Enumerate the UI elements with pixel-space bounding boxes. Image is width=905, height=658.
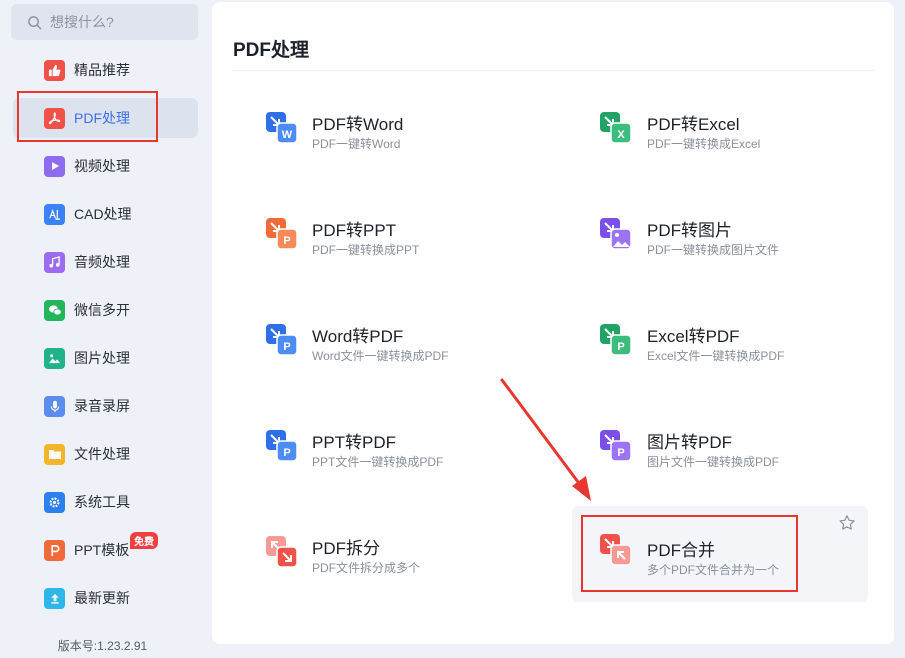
tool-title: 图片转PDF [647, 433, 732, 452]
tool-pdf-merge[interactable]: PDF合并 多个PDF文件合并为一个 [572, 506, 868, 602]
tool-title: PDF拆分 [312, 539, 380, 558]
tool-image-to-pdf[interactable]: P 图片转PDF 图片文件一键转换成PDF [572, 408, 868, 502]
tool-title: Excel转PDF [647, 327, 740, 346]
tool-title: PDF合并 [647, 541, 715, 560]
tool-subtitle: PDF文件拆分成多个 [312, 561, 421, 575]
tool-word-to-pdf[interactable]: P Word转PDF Word文件一键转换成PDF [212, 302, 508, 396]
sidebar-item-label: 视频处理 [74, 158, 130, 174]
sidebar-item-label: PDF处理 [74, 110, 130, 126]
microphone-icon [44, 395, 65, 417]
pdf-icon [44, 107, 65, 129]
svg-text:X: X [617, 129, 625, 141]
free-badge: 免费 [130, 532, 158, 549]
music-note-icon [44, 251, 65, 273]
sidebar-item-label: 微信多开 [74, 302, 130, 318]
tool-subtitle: PDF一键转换成PPT [312, 243, 420, 257]
sidebar-item-audio[interactable]: 音频处理 [13, 242, 198, 282]
sidebar-item-pdf[interactable]: PDF处理 [13, 98, 198, 138]
tool-excel-to-pdf[interactable]: P Excel转PDF Excel文件一键转换成PDF [572, 302, 868, 396]
sidebar-item-video[interactable]: 视频处理 [13, 146, 198, 186]
main-panel: PDF处理 W PDF转Word PDF一键转Word X PDF转Excel … [212, 2, 894, 644]
wechat-icon [44, 299, 65, 321]
pdf-merge-icon [600, 534, 632, 566]
sidebar-item-files[interactable]: 文件处理 [13, 434, 198, 474]
tool-title: PDF转图片 [647, 221, 732, 240]
tool-title: PDF转Excel [647, 115, 740, 134]
pdf-to-ppt-icon: P [266, 218, 298, 250]
sidebar-item-wechat[interactable]: 微信多开 [13, 290, 198, 330]
sidebar-item-label: 录音录屏 [74, 398, 130, 414]
svg-text:P: P [283, 341, 290, 353]
page-title: PDF处理 [233, 40, 310, 61]
sidebar-item-label: 最新更新 [74, 590, 130, 606]
tool-title: Word转PDF [312, 327, 404, 346]
tool-ppt-to-pdf[interactable]: P PPT转PDF PPT文件一键转换成PDF [212, 408, 508, 502]
tool-pdf-split[interactable]: PDF拆分 PDF文件拆分成多个 [212, 514, 508, 608]
pdf-split-icon [266, 536, 298, 568]
video-play-icon [44, 155, 65, 177]
word-to-pdf-icon: P [266, 324, 298, 356]
tool-pdf-to-excel[interactable]: X PDF转Excel PDF一键转换成Excel [572, 90, 868, 184]
tool-pdf-to-image[interactable]: PDF转图片 PDF一键转换成图片文件 [572, 196, 868, 290]
folder-icon [44, 443, 65, 465]
search-input[interactable]: 想搜什么? [50, 12, 114, 32]
tool-subtitle: PPT文件一键转换成PDF [312, 455, 444, 469]
cad-icon [44, 203, 65, 225]
gear-icon [44, 491, 65, 513]
star-icon[interactable] [838, 514, 856, 532]
sidebar-item-image[interactable]: 图片处理 [13, 338, 198, 378]
thumbs-up-icon [44, 59, 65, 81]
pdf-to-image-icon [600, 218, 632, 250]
sidebar-item-featured[interactable]: 精品推荐 [13, 50, 198, 90]
search-icon [28, 15, 42, 29]
excel-to-pdf-icon: P [600, 324, 632, 356]
sidebar: 想搜什么? 精品推荐 PDF处理 视频处理 CAD处理 音频处理 微信多开 图片… [0, 0, 210, 658]
tool-subtitle: 多个PDF文件合并为一个 [647, 563, 780, 577]
tool-subtitle: PDF一键转换成Excel [647, 137, 761, 151]
svg-text:P: P [617, 447, 624, 459]
image-icon [44, 347, 65, 369]
sidebar-item-recorder[interactable]: 录音录屏 [13, 386, 198, 426]
upload-icon [44, 587, 65, 609]
sidebar-item-cad[interactable]: CAD处理 [13, 194, 198, 234]
sidebar-item-label: 图片处理 [74, 350, 130, 366]
search-box[interactable]: 想搜什么? [11, 4, 198, 40]
tool-subtitle: Word文件一键转换成PDF [312, 349, 449, 363]
tool-subtitle: Excel文件一键转换成PDF [647, 349, 785, 363]
svg-text:P: P [283, 447, 290, 459]
sidebar-item-updates[interactable]: 最新更新 [13, 578, 198, 618]
sidebar-item-label: 文件处理 [74, 446, 130, 462]
sidebar-item-label: 系统工具 [74, 494, 130, 510]
sidebar-item-system-tools[interactable]: 系统工具 [13, 482, 198, 522]
sidebar-item-label: CAD处理 [74, 206, 132, 222]
svg-text:P: P [283, 235, 290, 247]
tool-pdf-to-word[interactable]: W PDF转Word PDF一键转Word [212, 90, 508, 184]
ppt-to-pdf-icon: P [266, 430, 298, 462]
tool-subtitle: PDF一键转换成图片文件 [647, 243, 780, 257]
sidebar-item-label: PPT模板 [74, 542, 130, 558]
tool-title: PDF转Word [312, 115, 404, 134]
version-label: 版本号:1.23.2.91 [57, 639, 148, 653]
svg-text:P: P [617, 341, 624, 353]
tool-pdf-to-ppt[interactable]: P PDF转PPT PDF一键转换成PPT [212, 196, 508, 290]
sidebar-item-label: 精品推荐 [74, 62, 130, 78]
sidebar-item-label: 音频处理 [74, 254, 130, 270]
divider [232, 70, 874, 71]
tool-subtitle: PDF一键转Word [312, 137, 401, 151]
sidebar-item-ppt-templates[interactable]: PPT模板 免费 [13, 530, 198, 570]
ppt-icon [44, 539, 65, 561]
tool-subtitle: 图片文件一键转换成PDF [647, 455, 780, 469]
pdf-to-excel-icon: X [600, 112, 632, 144]
pdf-to-word-icon: W [266, 112, 298, 144]
svg-text:W: W [282, 129, 293, 141]
tool-title: PPT转PDF [312, 433, 397, 452]
tool-title: PDF转PPT [312, 221, 397, 240]
image-to-pdf-icon: P [600, 430, 632, 462]
